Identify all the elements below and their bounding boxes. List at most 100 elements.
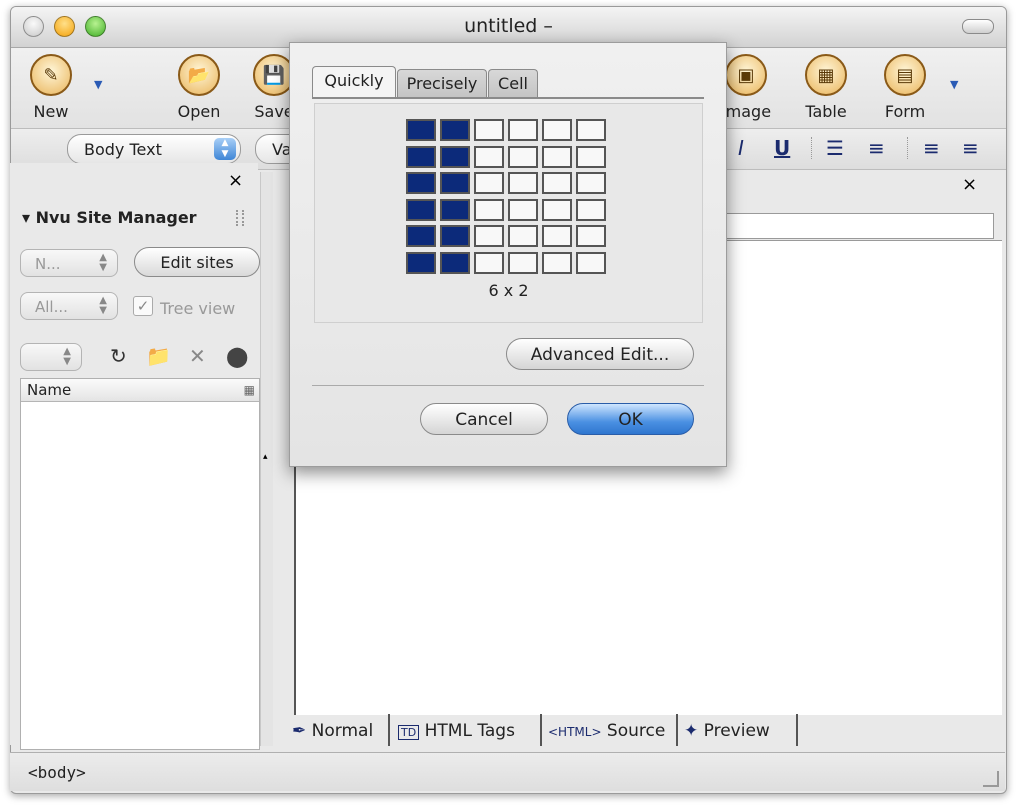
toolbar-toggle-button[interactable] <box>962 19 994 34</box>
table-grid-cell[interactable] <box>406 225 436 248</box>
table-grid-cell[interactable] <box>474 145 504 168</box>
site-select[interactable]: N... ▲ ▼ <box>20 249 118 277</box>
column-picker-icon[interactable]: ▦ <box>244 379 255 401</box>
align-center-icon[interactable]: ≡ <box>962 136 979 160</box>
delete-icon[interactable]: ✕ <box>189 344 206 368</box>
new-dropdown-arrow-icon[interactable]: ▼ <box>94 78 102 91</box>
splitter-arrow-icon[interactable]: ▴ <box>263 452 268 462</box>
status-bar: <body> <box>10 752 1005 791</box>
table-grid-cell[interactable] <box>440 172 470 195</box>
table-grid-cell[interactable] <box>576 225 606 248</box>
table-grid-cell[interactable] <box>440 198 470 221</box>
table-grid-cell[interactable] <box>542 145 572 168</box>
paragraph-style-select[interactable]: Body Text ▲ ▼ <box>67 134 241 164</box>
table-grid-cell[interactable] <box>474 198 504 221</box>
table-grid-cell[interactable] <box>440 145 470 168</box>
table-size-picker: 6 x 2 <box>314 103 703 323</box>
table-grid-cell[interactable] <box>508 252 538 274</box>
tab-html-tags-label: HTML Tags <box>424 721 515 741</box>
name-column-header[interactable]: Name <box>27 381 71 399</box>
tree-view-checkbox[interactable]: ✓ <box>133 296 153 316</box>
italic-button[interactable]: I <box>738 136 744 160</box>
table-grid-cell[interactable] <box>474 252 504 274</box>
tab-source-label: Source <box>606 721 666 741</box>
panel-grip-icon[interactable] <box>236 210 244 226</box>
paragraph-style-value: Body Text <box>84 140 162 159</box>
dialog-separator <box>312 385 704 386</box>
list-header[interactable]: Name ▦ <box>21 379 259 402</box>
close-tab-icon[interactable]: × <box>962 174 977 195</box>
grid-size-label: 6 x 2 <box>488 281 529 300</box>
table-grid-cell[interactable] <box>542 252 572 274</box>
new-button[interactable]: ✎ New <box>11 54 91 121</box>
refresh-icon[interactable]: ↻ <box>110 344 127 368</box>
tab-html-tags[interactable]: TD HTML Tags <box>398 714 542 746</box>
tab-precisely[interactable]: Precisely <box>397 69 487 97</box>
table-grid-cell[interactable] <box>508 145 538 168</box>
site-manager-title-text: Nvu Site Manager <box>35 208 197 227</box>
sidebar-close-icon[interactable]: × <box>228 170 243 191</box>
table-grid-cell[interactable] <box>406 119 436 141</box>
table-grid-cell[interactable] <box>474 172 504 195</box>
filter-select-value: All... <box>35 298 68 316</box>
table-grid-cell[interactable] <box>576 172 606 195</box>
table-grid-cell[interactable] <box>508 225 538 248</box>
table-grid-cell[interactable] <box>508 172 538 195</box>
table-grid-cell[interactable] <box>474 225 504 248</box>
table-grid-cell[interactable] <box>440 252 470 274</box>
table-grid-cell[interactable] <box>440 225 470 248</box>
table-grid-cell[interactable] <box>406 172 436 195</box>
pencil-icon: ✒ <box>292 721 307 741</box>
site-file-list[interactable]: Name ▦ <box>20 378 260 750</box>
new-folder-icon[interactable]: 📁 <box>146 344 171 368</box>
table-button[interactable]: ▦ Table <box>786 54 866 121</box>
numbered-list-icon[interactable]: ☰ <box>826 136 844 160</box>
filter-select[interactable]: All... ▲ ▼ <box>20 292 118 320</box>
ok-button[interactable]: OK <box>567 403 694 435</box>
open-label: Open <box>177 102 221 121</box>
cancel-button[interactable]: Cancel <box>420 403 548 435</box>
open-button[interactable]: 📂 Open <box>159 54 239 121</box>
advanced-edit-button[interactable]: Advanced Edit... <box>506 338 694 370</box>
table-grid-cell[interactable] <box>406 252 436 274</box>
underline-button[interactable]: U <box>774 136 790 160</box>
edit-sites-button[interactable]: Edit sites <box>134 247 260 277</box>
stop-icon[interactable]: ⬤ <box>226 344 248 368</box>
html-source-icon: <HTML> <box>548 725 602 739</box>
element-path[interactable]: <body> <box>28 763 86 782</box>
table-grid-cell[interactable] <box>406 145 436 168</box>
table-grid-cell[interactable] <box>576 252 606 274</box>
table-grid-cell[interactable] <box>576 145 606 168</box>
image-icon: ▣ <box>725 54 767 96</box>
form-button[interactable]: ▤ Form <box>865 54 945 121</box>
table-grid-cell[interactable] <box>508 198 538 221</box>
table-grid-cell[interactable] <box>542 172 572 195</box>
tab-quickly[interactable]: Quickly <box>312 66 396 97</box>
table-grid-cell[interactable] <box>576 198 606 221</box>
table-grid-cell[interactable] <box>440 119 470 141</box>
table-grid-cell[interactable] <box>508 119 538 141</box>
tab-preview[interactable]: ✦ Preview <box>684 714 798 746</box>
align-left-icon[interactable]: ≡ <box>923 136 940 160</box>
table-grid-cell[interactable] <box>474 119 504 141</box>
bullet-list-icon[interactable]: ≡ <box>868 136 885 160</box>
window-title: untitled – <box>464 15 553 37</box>
form-dropdown-arrow-icon[interactable]: ▼ <box>950 78 958 91</box>
table-grid-cell[interactable] <box>542 119 572 141</box>
table-grid-cell[interactable] <box>542 225 572 248</box>
site-manager-title[interactable]: ▾ Nvu Site Manager <box>22 208 197 227</box>
resize-grip-icon[interactable] <box>983 771 999 787</box>
table-label: Table <box>805 102 847 121</box>
stepper-arrows-icon: ▲ ▼ <box>99 252 107 273</box>
tab-normal[interactable]: ✒ Normal <box>292 714 390 746</box>
panel-splitter[interactable]: ▴ <box>260 172 273 746</box>
table-grid-cell[interactable] <box>542 198 572 221</box>
table-grid-cell[interactable] <box>576 119 606 141</box>
form-icon: ▤ <box>884 54 926 96</box>
url-field[interactable] <box>720 213 994 239</box>
directory-select[interactable]: ▲ ▼ <box>20 343 82 371</box>
tab-cell[interactable]: Cell <box>488 69 538 97</box>
preview-icon: ✦ <box>684 721 699 741</box>
tab-source[interactable]: <HTML> Source <box>548 714 678 746</box>
table-grid-cell[interactable] <box>406 198 436 221</box>
